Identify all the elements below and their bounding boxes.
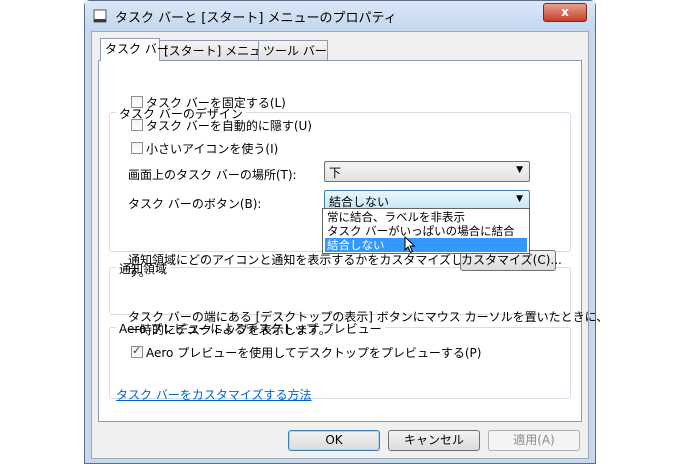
small-icons-label: 小さいアイコンを使う(I) [146, 142, 279, 156]
small-icons-checkbox[interactable] [131, 142, 143, 154]
autohide-checkbox[interactable] [131, 119, 143, 131]
buttons-label: タスク バーのボタン(B): [128, 197, 262, 211]
apply-button[interactable]: 適用(A) [488, 430, 580, 451]
tab-toolbars[interactable]: ツール バー [258, 40, 328, 60]
lock-taskbar-label: タスク バーを固定する(L) [146, 96, 286, 110]
aero-peek-checkbox[interactable] [131, 344, 143, 358]
dropdown-option-always-combine[interactable]: 常に結合、ラベルを非表示 [325, 210, 527, 224]
chevron-down-icon: ▼ [516, 194, 523, 204]
close-button[interactable]: x [543, 3, 587, 22]
cancel-button[interactable]: キャンセル [388, 430, 480, 451]
location-select[interactable]: 下 ▼ [324, 161, 530, 182]
lock-taskbar-checkbox[interactable] [131, 96, 143, 108]
tab-taskbar[interactable]: タスク バー [100, 38, 169, 61]
chevron-down-icon: ▼ [516, 165, 523, 175]
help-link[interactable]: タスク バーをカスタマイズする方法 [116, 386, 311, 403]
aero-peek-label: Aero プレビューを使用してデスクトップをプレビューする(P) [146, 346, 482, 360]
location-value: 下 [329, 166, 342, 180]
mouse-pointer-icon [404, 236, 416, 254]
aero-text-2: 一時的にデスクトップを表示します。 [128, 323, 331, 337]
dropdown-option-combine-when-full[interactable]: タスク バーがいっぱいの場合に結合 [325, 224, 527, 238]
window-title: タスク バーと [スタート] メニューのプロパティ [115, 11, 397, 26]
title-bar[interactable]: タスク バーと [スタート] メニューのプロパティ x [85, 1, 595, 31]
dropdown-option-never-combine[interactable]: 結合しない [325, 238, 527, 252]
ok-button[interactable]: OK [288, 430, 380, 451]
autohide-label: タスク バーを自動的に隠す(U) [146, 119, 312, 133]
buttons-dropdown-list: 常に結合、ラベルを非表示 タスク バーがいっぱいの場合に結合 結合しない [322, 208, 530, 254]
tab-start-menu[interactable]: [スタート] メニュー [159, 40, 273, 60]
taskbar-app-icon [93, 9, 107, 23]
location-label: 画面上のタスク バーの場所(T): [128, 168, 297, 182]
notify-text-2: す。 [128, 265, 151, 279]
